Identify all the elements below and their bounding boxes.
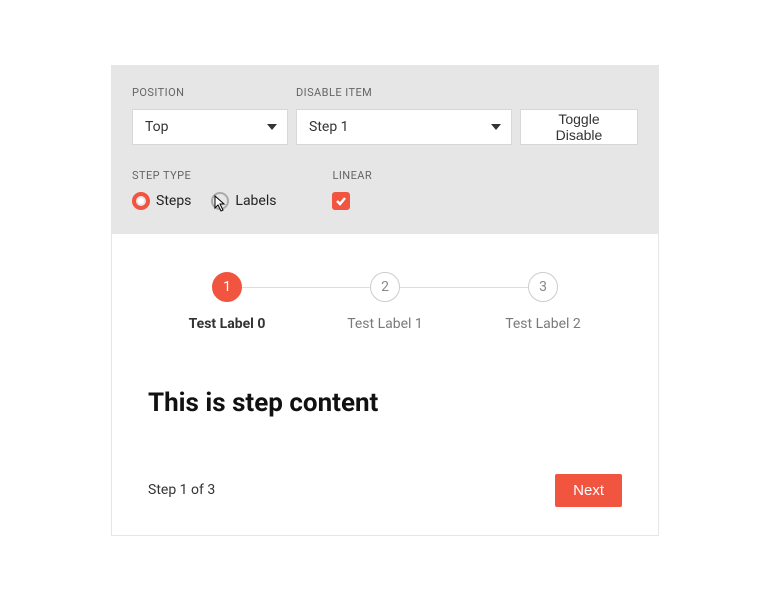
- radio-icon: [211, 192, 229, 210]
- radio-labels[interactable]: Labels: [211, 192, 276, 210]
- check-icon: [335, 195, 347, 207]
- step-label: Test Label 0: [189, 316, 266, 332]
- step-connector: [400, 287, 528, 288]
- step-type-field: STEP TYPE Steps Labels: [132, 169, 276, 210]
- disable-item-select[interactable]: Step 1: [296, 109, 512, 145]
- position-select[interactable]: Top: [132, 109, 288, 145]
- next-button[interactable]: Next: [555, 474, 622, 507]
- linear-checkbox[interactable]: [332, 192, 350, 210]
- step-circle: 2: [370, 272, 400, 302]
- position-value: Top: [145, 119, 169, 135]
- step-1[interactable]: 1 Test Label 0: [148, 272, 306, 332]
- step-type-label: STEP TYPE: [132, 169, 276, 182]
- step-circle: 1: [212, 272, 242, 302]
- chevron-down-icon: [491, 124, 501, 130]
- disable-item-label: DISABLE ITEM: [296, 86, 512, 99]
- position-field: POSITION Top: [132, 86, 288, 145]
- position-label: POSITION: [132, 86, 288, 99]
- toggle-disable-button[interactable]: Toggle Disable: [520, 109, 638, 145]
- step-status: Step 1 of 3: [148, 482, 215, 498]
- content-heading: This is step content: [148, 388, 622, 418]
- step-label: Test Label 1: [347, 316, 423, 332]
- config-row-2: STEP TYPE Steps Labels LI: [132, 169, 638, 210]
- disable-item-value: Step 1: [309, 119, 349, 135]
- step-circle: 3: [528, 272, 558, 302]
- stepper: 1 Test Label 0 2 Test Label 1 3 Test Lab…: [148, 272, 622, 332]
- radio-label: Labels: [235, 193, 276, 209]
- radio-steps[interactable]: Steps: [132, 192, 191, 210]
- disable-item-field: DISABLE ITEM Step 1: [296, 86, 512, 145]
- step-2[interactable]: 2 Test Label 1: [306, 272, 464, 332]
- stepper-panel: POSITION Top DISABLE ITEM Step 1 Toggle …: [111, 65, 659, 536]
- radio-icon: [132, 192, 150, 210]
- content-area: 1 Test Label 0 2 Test Label 1 3 Test Lab…: [112, 234, 658, 535]
- step-connector: [242, 287, 370, 288]
- config-area: POSITION Top DISABLE ITEM Step 1 Toggle …: [112, 66, 658, 234]
- linear-field: LINEAR: [332, 169, 372, 210]
- step-type-radio-group: Steps Labels: [132, 192, 276, 210]
- config-row-1: POSITION Top DISABLE ITEM Step 1 Toggle …: [132, 86, 638, 145]
- radio-label: Steps: [156, 193, 191, 209]
- step-label: Test Label 2: [505, 316, 581, 332]
- linear-label: LINEAR: [332, 169, 372, 182]
- chevron-down-icon: [267, 124, 277, 130]
- footer: Step 1 of 3 Next: [148, 474, 622, 507]
- step-3[interactable]: 3 Test Label 2: [464, 272, 622, 332]
